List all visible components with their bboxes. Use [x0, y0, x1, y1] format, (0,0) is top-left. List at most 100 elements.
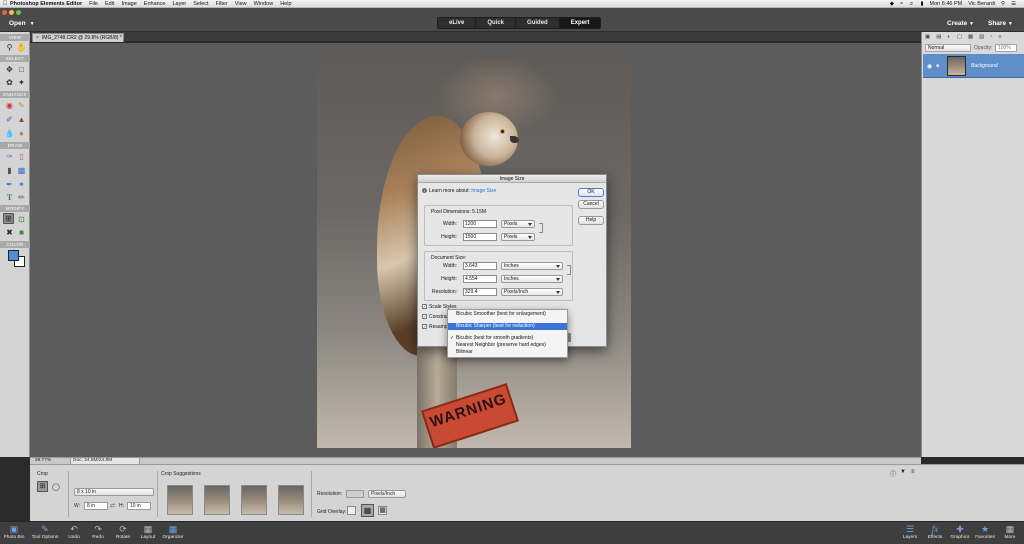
spotlight-icon[interactable]: ⚲	[1001, 1, 1005, 7]
menu-help[interactable]: Help	[280, 1, 291, 7]
crop-width-input[interactable]: 8 in	[84, 502, 108, 510]
share-button[interactable]: Share ▼	[988, 20, 1013, 27]
smart-brush-tool-icon[interactable]: ✐	[4, 114, 15, 125]
pixel-width-input[interactable]: 1200	[463, 220, 497, 228]
clock[interactable]: Mon 6:46 PM	[930, 1, 963, 7]
doc-height-input[interactable]: 4.554	[463, 275, 497, 283]
delete-layer-icon[interactable]: ▫	[990, 34, 992, 40]
crop-suggestion-3[interactable]	[241, 485, 267, 515]
app-name-menu[interactable]: Photoshop Elements Editor	[10, 1, 82, 7]
favorites-button[interactable]: ★ Favorites	[973, 522, 997, 544]
paint-bucket-tool-icon[interactable]: ▮	[4, 165, 15, 176]
mode-expert[interactable]: Expert	[559, 18, 601, 28]
doc-resolution-unit-select[interactable]: Pixels/Inch	[501, 288, 563, 296]
foreground-color-swatch[interactable]	[8, 250, 19, 261]
eyedropper-tool-icon[interactable]: ✒	[4, 179, 15, 190]
help-button[interactable]: Help	[578, 216, 604, 225]
blur-tool-icon[interactable]: 💧	[4, 128, 15, 139]
clone-stamp-tool-icon[interactable]: ▲	[16, 114, 27, 125]
collapse-options-icon[interactable]: ≡	[911, 469, 915, 475]
crop-suggestion-4[interactable]	[278, 485, 304, 515]
layers-button[interactable]: ☰ Layers	[899, 522, 921, 544]
document-tab[interactable]: × IMG_2748.CR2 @ 29.8% (RGB/8) *	[32, 33, 124, 42]
cancel-button[interactable]: Cancel	[578, 200, 604, 209]
move-tool-icon[interactable]: ✥	[4, 64, 15, 75]
pixel-height-input[interactable]: 1500	[463, 233, 497, 241]
battery-icon[interactable]: ▮	[920, 1, 923, 7]
notification-icon[interactable]: ☰	[1011, 1, 1016, 7]
menu-item-bilinear[interactable]: Bilinear	[448, 349, 567, 356]
eraser-tool-icon[interactable]: ▯	[16, 151, 27, 162]
red-eye-tool-icon[interactable]: ◉	[4, 100, 15, 111]
dropbox-icon[interactable]: ◆	[890, 1, 894, 7]
create-button[interactable]: Create ▼	[947, 20, 974, 27]
opacity-input[interactable]: 100%	[995, 44, 1017, 52]
user-name[interactable]: Vic Berardi	[968, 1, 995, 7]
minimize-window-icon[interactable]	[9, 10, 14, 15]
photo-bin-button[interactable]: ▣ Photo Bin	[2, 522, 26, 544]
help-icon[interactable]: ⓘ	[890, 469, 896, 478]
crop-rect-icon[interactable]: ⊞	[37, 481, 48, 492]
gradient-tool-icon[interactable]: ▩	[16, 165, 27, 176]
menu-view[interactable]: View	[235, 1, 247, 7]
rotate-button[interactable]: ⟳ Rotate	[112, 522, 134, 544]
layer-row-background[interactable]: ◉ ■ Background	[923, 54, 1024, 78]
visibility-eye-icon[interactable]: ◉	[927, 63, 932, 70]
pixel-height-unit-select[interactable]: Pixels	[501, 233, 535, 241]
close-window-icon[interactable]	[2, 10, 7, 15]
close-tab-icon[interactable]: ×	[36, 35, 39, 41]
recompose-tool-icon[interactable]: ⊡	[16, 214, 27, 225]
crop-perspective-icon[interactable]: ◯	[52, 483, 60, 491]
menu-select[interactable]: Select	[193, 1, 208, 7]
mode-quick[interactable]: Quick	[476, 18, 517, 28]
layout-button[interactable]: ▦ Layout	[137, 522, 159, 544]
menu-layer[interactable]: Layer	[173, 1, 187, 7]
ok-button[interactable]: OK	[578, 188, 604, 197]
more-button[interactable]: ▦ More	[1000, 522, 1020, 544]
grid-none-icon[interactable]	[347, 506, 356, 515]
lock-icon[interactable]: ▩	[968, 34, 973, 40]
menu-item-bicubic[interactable]: ✓ Bicubic (best for smooth gradients)	[448, 335, 567, 342]
menu-edit[interactable]: Edit	[105, 1, 114, 7]
grid-rule-of-thirds-icon[interactable]: ▦	[361, 504, 374, 517]
adjustment-layer-icon[interactable]: ◐	[947, 34, 950, 40]
swap-dimensions-icon[interactable]: ⇄	[110, 502, 115, 509]
new-layer-icon[interactable]: ▣	[925, 34, 930, 40]
graphics-button[interactable]: ✚ Graphics	[948, 522, 972, 544]
resolution-input[interactable]	[346, 490, 364, 498]
doc-height-unit-select[interactable]: Inches	[501, 275, 563, 283]
layer-mask-icon[interactable]: ▢	[957, 34, 962, 40]
wifi-icon[interactable]: ≈	[900, 1, 903, 7]
resolution-unit-select[interactable]: Pixels/Inch	[368, 490, 406, 498]
marquee-tool-icon[interactable]: □	[16, 64, 27, 75]
menu-item-bicubic-smoother[interactable]: Bicubic Smoother (best for enlargement)	[448, 311, 567, 318]
new-group-icon[interactable]: ▤	[936, 34, 941, 40]
doc-resolution-input[interactable]: 329.4	[463, 288, 497, 296]
undo-button[interactable]: ↶ Undo	[64, 522, 84, 544]
menu-item-bicubic-sharper[interactable]: Bicubic Sharper (best for reduction)	[448, 323, 567, 330]
crop-suggestion-1[interactable]	[167, 485, 193, 515]
menu-item-nearest-neighbor[interactable]: Nearest Neighbor (preserve hard edges)	[448, 342, 567, 349]
pixel-width-unit-select[interactable]: Pixels	[501, 220, 535, 228]
redo-button[interactable]: ↷ Redo	[88, 522, 108, 544]
mode-elive[interactable]: eLive	[438, 18, 477, 28]
hand-tool-icon[interactable]: ✋	[16, 42, 27, 53]
crop-suggestion-2[interactable]	[204, 485, 230, 515]
doc-width-unit-select[interactable]: Inches	[501, 262, 563, 270]
crop-tool-icon[interactable]: ⊞	[3, 213, 14, 224]
menu-file[interactable]: File	[89, 1, 98, 7]
effects-button[interactable]: fx Effects	[924, 522, 946, 544]
menu-image[interactable]: Image	[121, 1, 136, 7]
zoom-tool-icon[interactable]: ⚲	[4, 42, 15, 53]
tool-options-button[interactable]: ✎ Tool Options	[29, 522, 61, 544]
content-aware-move-tool-icon[interactable]: ✖	[4, 227, 15, 238]
type-tool-icon[interactable]: T	[4, 192, 15, 203]
menu-enhance[interactable]: Enhance	[144, 1, 166, 7]
open-button[interactable]: Open ▼	[9, 20, 35, 27]
organizer-button[interactable]: ▦ Organizer	[160, 522, 186, 544]
crop-preset-select[interactable]: 8 x 10 in	[74, 488, 154, 496]
magic-wand-tool-icon[interactable]: ✦	[16, 77, 27, 88]
doc-width-input[interactable]: 3.643	[463, 262, 497, 270]
apple-icon[interactable]: 	[0, 1, 10, 7]
learn-more-link[interactable]: Image Size	[471, 188, 496, 194]
